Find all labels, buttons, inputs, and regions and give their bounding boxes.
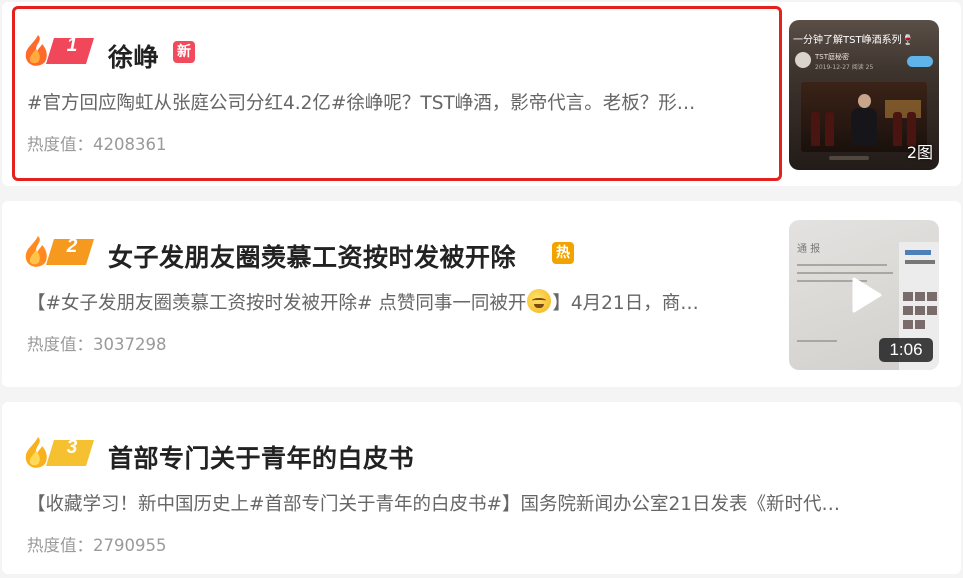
heat-value: 热度值：4208361 [27,135,167,154]
thumb-person [851,94,877,146]
image-count: 2图 [906,143,933,162]
thumb-footer [829,156,869,160]
summary-text-after: 】4月21日，商… [552,293,699,314]
rank-number: 3 [66,437,78,458]
video-duration: 1:06 [879,338,933,362]
summary-text-before: 【#女子发朋友圈羡慕工资按时发被开除# 点赞同事一同被开 [27,293,527,314]
follow-pill [907,56,933,67]
item-title[interactable]: 女子发朋友圈羡慕工资按时发被开除 [108,238,516,274]
hot-item-3[interactable]: 3 首部专门关于青年的白皮书 【收藏学习！新中国历史上#首部专门关于青年的白皮书… [2,402,961,574]
item-title[interactable]: 首部专门关于青年的白皮书 [108,439,414,475]
rank-number: 2 [66,236,78,257]
account-avatar [795,52,811,68]
rank-badge-1: 1 [24,32,96,68]
new-badge: 新 [173,41,195,63]
item-summary[interactable]: #官方回应陶虹从张庭公司分红4.2亿#徐峥呢？TST峥酒，影帝代言。老板？形… [27,89,769,115]
account-name: TST庭秘密 [815,53,849,61]
rank-number: 1 [66,35,78,56]
doc-title: 通 报 [797,244,821,255]
item-title[interactable]: 徐峥 [108,38,159,74]
sweat-smile-emoji [527,289,552,313]
video-thumbnail[interactable]: 通 报 1:06 [789,220,939,370]
wine-bottle [811,112,820,146]
item-summary[interactable]: 【#女子发朋友圈羡慕工资按时发被开除# 点赞同事一同被开 】4月21日，商… [27,289,775,315]
hot-item-1[interactable]: 1 徐峥 新 #官方回应陶虹从张庭公司分红4.2亿#徐峥呢？TST峥酒，影帝代言… [2,2,961,186]
wine-bottle [825,112,834,146]
item-thumbnail[interactable]: 一分钟了解TST峥酒系列🍷 TST庭秘密 2019-12-27 阅读 25 2图 [789,20,939,170]
hot-item-2[interactable]: 2 女子发朋友圈羡慕工资按时发被开除 热 【#女子发朋友圈羡慕工资按时发被开除#… [2,201,961,387]
thumb-header-text: 一分钟了解TST峥酒系列🍷 [793,35,915,46]
rank-badge-3: 3 [24,434,96,470]
account-date: 2019-12-27 阅读 25 [815,64,874,71]
hot-badge: 热 [552,242,574,264]
heat-value: 热度值：2790955 [27,536,167,555]
wine-bottle [893,112,902,146]
heat-value: 热度值：3037298 [27,335,167,354]
play-icon[interactable] [844,275,884,315]
item-summary[interactable]: 【收藏学习！新中国历史上#首部专门关于青年的白皮书#】国务院新闻办公室21日发表… [27,490,939,516]
rank-badge-2: 2 [24,233,96,269]
